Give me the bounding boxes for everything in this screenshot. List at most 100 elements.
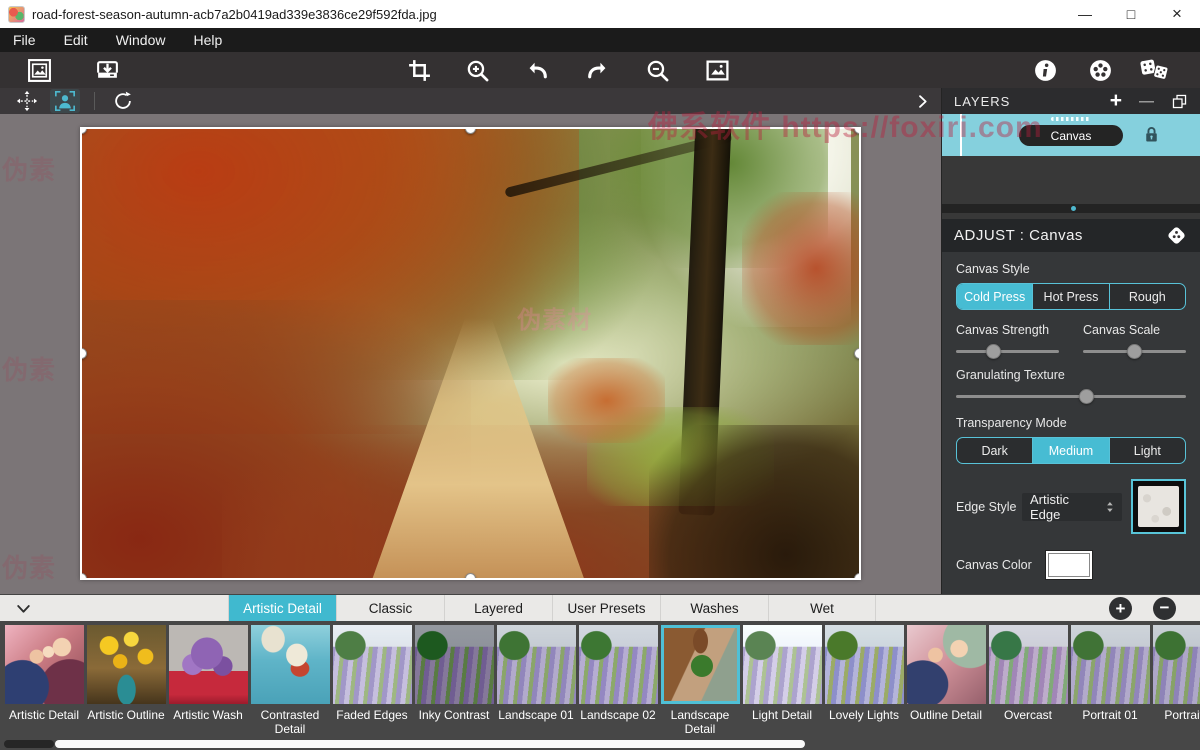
move-tool-button[interactable] xyxy=(12,89,42,113)
preset-tab-bar: Artistic DetailClassicLayeredUser Preset… xyxy=(0,594,1200,621)
menu-help[interactable]: Help xyxy=(179,28,236,52)
segment-option-rough[interactable]: Rough xyxy=(1109,284,1185,309)
preset-tab[interactable]: Classic xyxy=(336,595,444,621)
zoom-out-button[interactable] xyxy=(642,56,672,84)
selection-handle-middle-right[interactable] xyxy=(854,348,861,359)
menu-window[interactable]: Window xyxy=(102,28,180,52)
portrait-select-tool-button[interactable] xyxy=(50,89,80,113)
portrait-select-icon xyxy=(54,90,76,112)
preset-label: Portrait 01 xyxy=(1071,709,1149,723)
photo-canvas[interactable]: 伪素材 xyxy=(80,127,861,580)
window-controls: — □ × xyxy=(1062,0,1200,28)
watermark-side: 伪素 xyxy=(2,548,56,585)
preset-item[interactable]: Artistic Outline xyxy=(85,621,167,736)
preset-item[interactable]: Contrasted Detail xyxy=(249,621,331,736)
add-preset-button[interactable]: + xyxy=(1109,597,1132,620)
segment-option-cold-press[interactable]: Cold Press xyxy=(957,284,1032,309)
preset-label: Outline Detail xyxy=(907,709,985,723)
canvas-scale-slider[interactable] xyxy=(1083,343,1186,359)
preset-item[interactable]: Portrait 02 xyxy=(1151,621,1200,736)
segment-option-hot-press[interactable]: Hot Press xyxy=(1032,284,1108,309)
selection-handle-bottom-middle[interactable] xyxy=(465,573,476,580)
title-bar: road-forest-season-autumn-acb7a2b0419ad3… xyxy=(0,0,1200,28)
layer-row-canvas[interactable]: Canvas xyxy=(942,114,1200,156)
preset-item[interactable]: Light Detail xyxy=(741,621,823,736)
preset-tab[interactable]: Artistic Detail xyxy=(228,595,336,621)
preset-item[interactable]: Portrait 01 xyxy=(1069,621,1151,736)
segment-option-medium[interactable]: Medium xyxy=(1032,438,1108,463)
strip-collapse-button[interactable] xyxy=(10,598,36,619)
slider-thumb[interactable] xyxy=(986,344,1001,359)
selection-handle-top-right[interactable] xyxy=(854,127,861,134)
preview-button[interactable] xyxy=(702,56,732,84)
preset-item[interactable]: Artistic Detail xyxy=(3,621,85,736)
preset-tab[interactable]: User Presets xyxy=(552,595,660,621)
canvas-workspace: 伪素 伪素 伪素 伪素材 xyxy=(0,114,941,594)
photo-dark-mound xyxy=(649,425,861,580)
layers-header: LAYERS + — xyxy=(942,88,1200,114)
move-icon xyxy=(16,90,38,112)
canvas-strength-label: Canvas Strength xyxy=(956,323,1059,337)
menu-edit[interactable]: Edit xyxy=(50,28,102,52)
info-button[interactable] xyxy=(1030,56,1060,84)
export-button[interactable] xyxy=(92,56,122,84)
photo-orange-bush xyxy=(548,358,665,443)
preset-tab[interactable]: Wet xyxy=(768,595,876,621)
preset-item[interactable]: Artistic Wash xyxy=(167,621,249,736)
preset-item[interactable]: Landscape 01 xyxy=(495,621,577,736)
settings-button[interactable] xyxy=(1085,56,1115,84)
selection-handle-bottom-right[interactable] xyxy=(854,573,861,580)
tab-label: Washes xyxy=(690,601,738,616)
strip-scrollbar-thumb[interactable] xyxy=(55,740,805,748)
chevron-right-icon xyxy=(914,93,931,110)
remove-preset-button[interactable]: − xyxy=(1153,597,1176,620)
slider-track xyxy=(956,395,1186,398)
layers-scrollbar[interactable] xyxy=(942,204,1200,213)
undo-button[interactable] xyxy=(522,56,552,84)
maximize-button[interactable]: □ xyxy=(1108,0,1154,28)
duplicate-layer-button[interactable] xyxy=(1171,93,1188,110)
preset-label: Portrait 02 xyxy=(1153,709,1200,723)
rotate-tool-button[interactable] xyxy=(108,89,138,113)
close-button[interactable]: × xyxy=(1154,0,1200,28)
panel-collapse-button[interactable] xyxy=(910,90,934,112)
minimize-button[interactable]: — xyxy=(1062,0,1108,28)
crop-button[interactable] xyxy=(404,56,434,84)
redo-button[interactable] xyxy=(582,56,612,84)
new-image-button[interactable] xyxy=(24,56,54,84)
slider-thumb[interactable] xyxy=(1079,389,1094,404)
segment-option-light[interactable]: Light xyxy=(1109,438,1185,463)
edge-texture-thumbnail[interactable] xyxy=(1131,479,1186,534)
layer-name-pill[interactable]: Canvas xyxy=(1019,125,1123,146)
menu-bar: File Edit Window Help xyxy=(0,28,1200,52)
preset-item[interactable]: Landscape 02 xyxy=(577,621,659,736)
preset-tab[interactable]: Washes xyxy=(660,595,768,621)
canvas-strength-slider[interactable] xyxy=(956,343,1059,359)
main-toolbar: 佛系软件 https://foxiri.com xyxy=(0,52,1200,88)
window-title: road-forest-season-autumn-acb7a2b0419ad3… xyxy=(32,7,437,22)
preset-item[interactable]: Lovely Lights xyxy=(823,621,905,736)
preset-tab[interactable]: Layered xyxy=(444,595,552,621)
segment-option-dark[interactable]: Dark xyxy=(957,438,1032,463)
layer-drag-dots-icon[interactable] xyxy=(1051,117,1091,121)
layer-lock-button[interactable] xyxy=(1141,124,1162,145)
adjust-randomize-button[interactable] xyxy=(1165,224,1188,247)
preset-item[interactable]: Faded Edges xyxy=(331,621,413,736)
menu-file[interactable]: File xyxy=(0,28,50,52)
strip-scrollbar-track[interactable] xyxy=(4,740,54,748)
preset-item[interactable]: Outline Detail xyxy=(905,621,987,736)
edge-style-dropdown[interactable]: Artistic Edge xyxy=(1022,493,1122,521)
granulating-texture-slider[interactable] xyxy=(956,388,1186,404)
redo-icon xyxy=(585,58,610,83)
randomize-button[interactable] xyxy=(1138,56,1172,84)
preset-item[interactable]: Landscape Detail xyxy=(659,621,741,736)
zoom-in-button[interactable] xyxy=(462,56,492,84)
rotate-icon xyxy=(112,90,134,112)
preset-label: Artistic Outline xyxy=(87,709,165,723)
canvas-color-swatch[interactable] xyxy=(1046,551,1092,579)
add-layer-button[interactable]: + xyxy=(1110,91,1122,111)
remove-layer-button[interactable]: — xyxy=(1139,93,1154,110)
preset-item[interactable]: Overcast xyxy=(987,621,1069,736)
slider-thumb[interactable] xyxy=(1127,344,1142,359)
preset-item[interactable]: Inky Contrast xyxy=(413,621,495,736)
